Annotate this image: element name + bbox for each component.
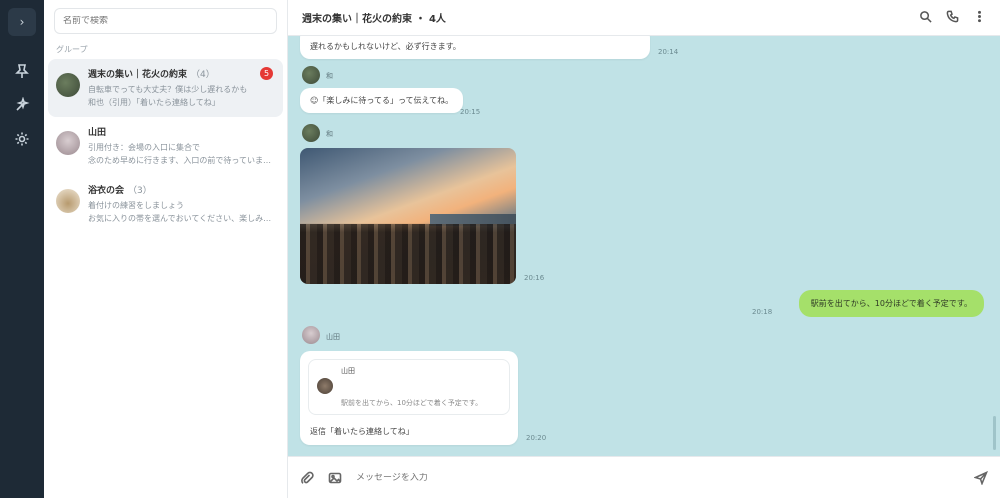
message-bubble: 遅れるかもしれないけど、必ず行きます。 — [300, 36, 650, 59]
chat-preview-line: 和也（引用）「着いたら連絡してね」 — [88, 98, 220, 107]
chat-item-yamada[interactable]: 山田 引用付き：会場の入口に集合で 念のため早めに行きます、入口の前で待っていま… — [44, 117, 287, 175]
member-count: （4） — [191, 70, 215, 80]
avatar — [56, 131, 80, 155]
chat-panel: 週末の集い｜花火の約束 ・ 4人 遅れるかもしれないけど、必ず行きます。 20:… — [288, 0, 1000, 498]
composer — [288, 456, 1000, 498]
chat-name: 山田 — [88, 128, 107, 138]
scrollbar[interactable] — [993, 416, 996, 450]
send-icon[interactable] — [974, 470, 988, 485]
chat-name: 浴衣の会 — [88, 186, 125, 196]
avatar — [302, 326, 320, 344]
message-list: 遅れるかもしれないけど、必ず行きます。 20:14 和 ☺「楽しみに待ってる」っ… — [288, 36, 1000, 456]
my-message-bubble: 駅前を出てから、10分ほどで着く予定です。 — [798, 290, 984, 317]
reply-text: 返信「着いたら連絡してね」 — [310, 427, 414, 436]
message-input[interactable] — [356, 472, 974, 483]
quote-author: 山田 — [341, 367, 355, 375]
conversation-list: グループ 週末の集い｜花火の約束（4） 自転車でっても大丈夫？僕は少し遅れるかも… — [44, 0, 288, 498]
left-rail: › — [0, 0, 44, 498]
chat-header: 週末の集い｜花火の約束 ・ 4人 — [288, 0, 1000, 36]
avatar — [56, 189, 80, 213]
search-input[interactable] — [63, 16, 268, 26]
chat-preview-line: 念のため早めに行きます、入口の前で待っていますね。 — [88, 156, 277, 165]
search-box[interactable] — [54, 8, 277, 34]
expand-button[interactable]: › — [8, 8, 36, 36]
quoted-message-card: 山田 駅前を出てから、10分ほどで着く予定です。 返信「着いたら連絡してね」 — [300, 351, 518, 445]
message-time: 20:15 — [460, 108, 481, 116]
attach-icon[interactable] — [300, 471, 314, 485]
avatar — [317, 378, 333, 394]
search-icon[interactable] — [919, 10, 932, 26]
member-count: （3） — [128, 186, 152, 196]
unread-badge: 5 — [260, 67, 273, 80]
avatar — [302, 124, 320, 142]
phone-icon[interactable] — [946, 10, 959, 26]
message-time: 20:16 — [524, 274, 545, 282]
more-icon[interactable] — [973, 10, 986, 26]
sparkle-icon[interactable] — [11, 94, 33, 116]
settings-icon[interactable] — [11, 128, 33, 150]
chat-name: 週末の集い｜花火の約束 — [88, 70, 188, 80]
app-window: › グループ 週末の集い｜花火の約束（4） 自転車でっても大丈夫？僕は少し遅れる… — [0, 0, 1000, 498]
image-icon[interactable] — [328, 471, 342, 485]
chat-preview-line: 自転車でっても大丈夫？僕は少し遅れるかも — [88, 85, 248, 94]
photo-attachment[interactable] — [300, 148, 516, 284]
chat-title: 週末の集い｜花火の約束 ・ 4人 — [302, 14, 446, 25]
quote-block[interactable]: 山田 駅前を出てから、10分ほどで着く予定です。 — [308, 359, 510, 415]
chat-preview-line: 引用付き：会場の入口に集合で — [88, 143, 200, 152]
chat-preview-line: お気に入りの帯を選んでおいてください、楽しみにしています — [88, 214, 277, 223]
chat-preview-line: 着付けの練習をしましょう — [88, 201, 184, 210]
message-bubble: ☺「楽しみに待ってる」って伝えてね。 — [300, 88, 464, 113]
sender-name: 和 — [326, 72, 333, 80]
message-time: 20:18 — [752, 308, 773, 316]
chat-item-weekend-group[interactable]: 週末の集い｜花火の約束 （4） 自転車でっても大丈夫？僕は少し遅れるかも 和也（引… — [48, 59, 283, 117]
sender-name: 山田 — [326, 333, 340, 341]
message-time: 20:14 — [658, 48, 679, 56]
avatar — [302, 66, 320, 84]
avatar — [56, 73, 80, 97]
sender-name: 和 — [326, 130, 333, 138]
chat-item-yukata-group[interactable]: 浴衣の会 （3） 着付けの練習をしましょう お気に入りの帯を選んでおいてください、… — [44, 175, 287, 233]
pin-icon[interactable] — [11, 60, 33, 82]
message-time: 20:20 — [526, 434, 547, 442]
quote-text: 駅前を出てから、10分ほどで着く予定です。 — [341, 399, 483, 407]
section-label: グループ — [56, 45, 88, 54]
